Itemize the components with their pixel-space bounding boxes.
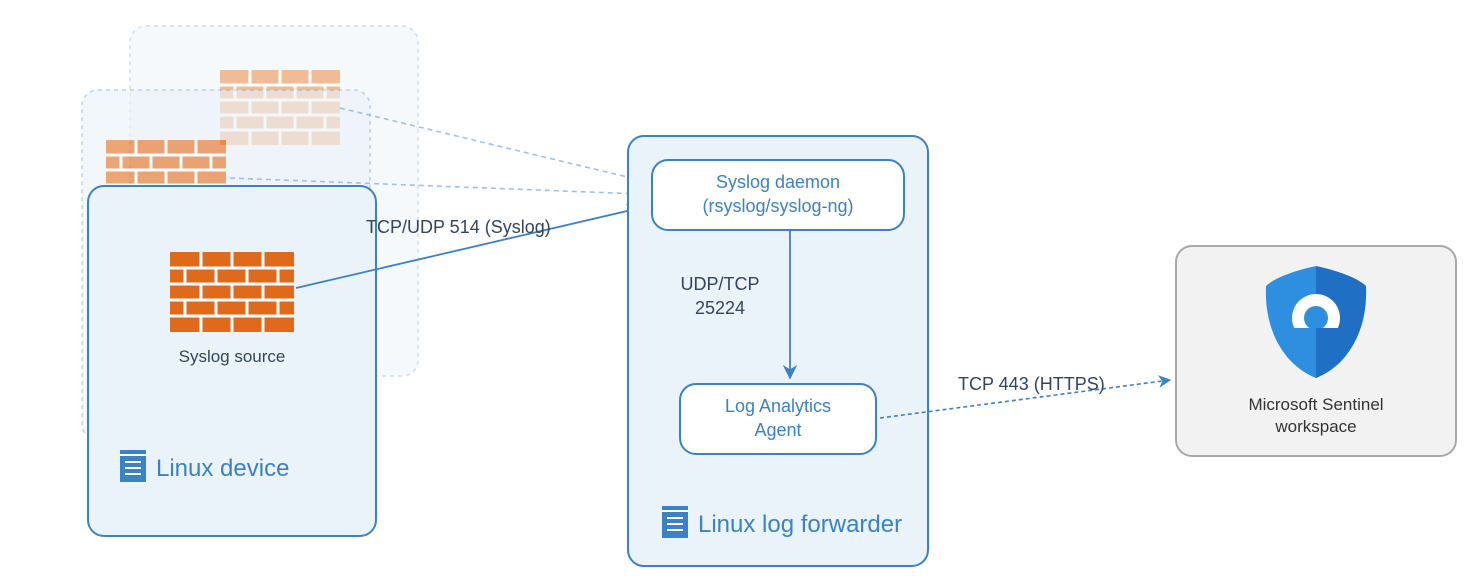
document-icon xyxy=(120,450,146,482)
la-agent-line2: Agent xyxy=(754,420,801,440)
forwarder-title: Linux log forwarder xyxy=(698,511,902,538)
linux-log-forwarder: Syslog daemon (rsyslog/syslog-ng) UDP/TC… xyxy=(628,136,928,566)
edge-syslog-label: TCP/UDP 514 (Syslog) xyxy=(366,217,551,237)
syslog-source-label: Syslog source xyxy=(179,347,286,366)
edge-https-label: TCP 443 (HTTPS) xyxy=(958,374,1105,394)
la-agent-line1: Log Analytics xyxy=(725,396,831,416)
sentinel-workspace: Microsoft Sentinel workspace xyxy=(1176,246,1456,456)
internal-port-line2: 25224 xyxy=(695,298,745,318)
linux-device: Syslog source Linux device xyxy=(88,186,376,536)
linux-device-title: Linux device xyxy=(156,455,289,482)
syslog-daemon-box xyxy=(652,160,904,230)
document-icon xyxy=(662,506,688,538)
sentinel-line2: workspace xyxy=(1274,417,1356,436)
syslog-daemon-line2: (rsyslog/syslog-ng) xyxy=(702,196,853,216)
internal-port-line1: UDP/TCP xyxy=(680,274,759,294)
syslog-daemon-line1: Syslog daemon xyxy=(716,172,840,192)
log-analytics-agent-box xyxy=(680,384,876,454)
sentinel-line1: Microsoft Sentinel xyxy=(1248,395,1383,414)
shield-icon xyxy=(1256,260,1376,390)
architecture-diagram: rce e Syslog source Linux de xyxy=(0,0,1480,587)
